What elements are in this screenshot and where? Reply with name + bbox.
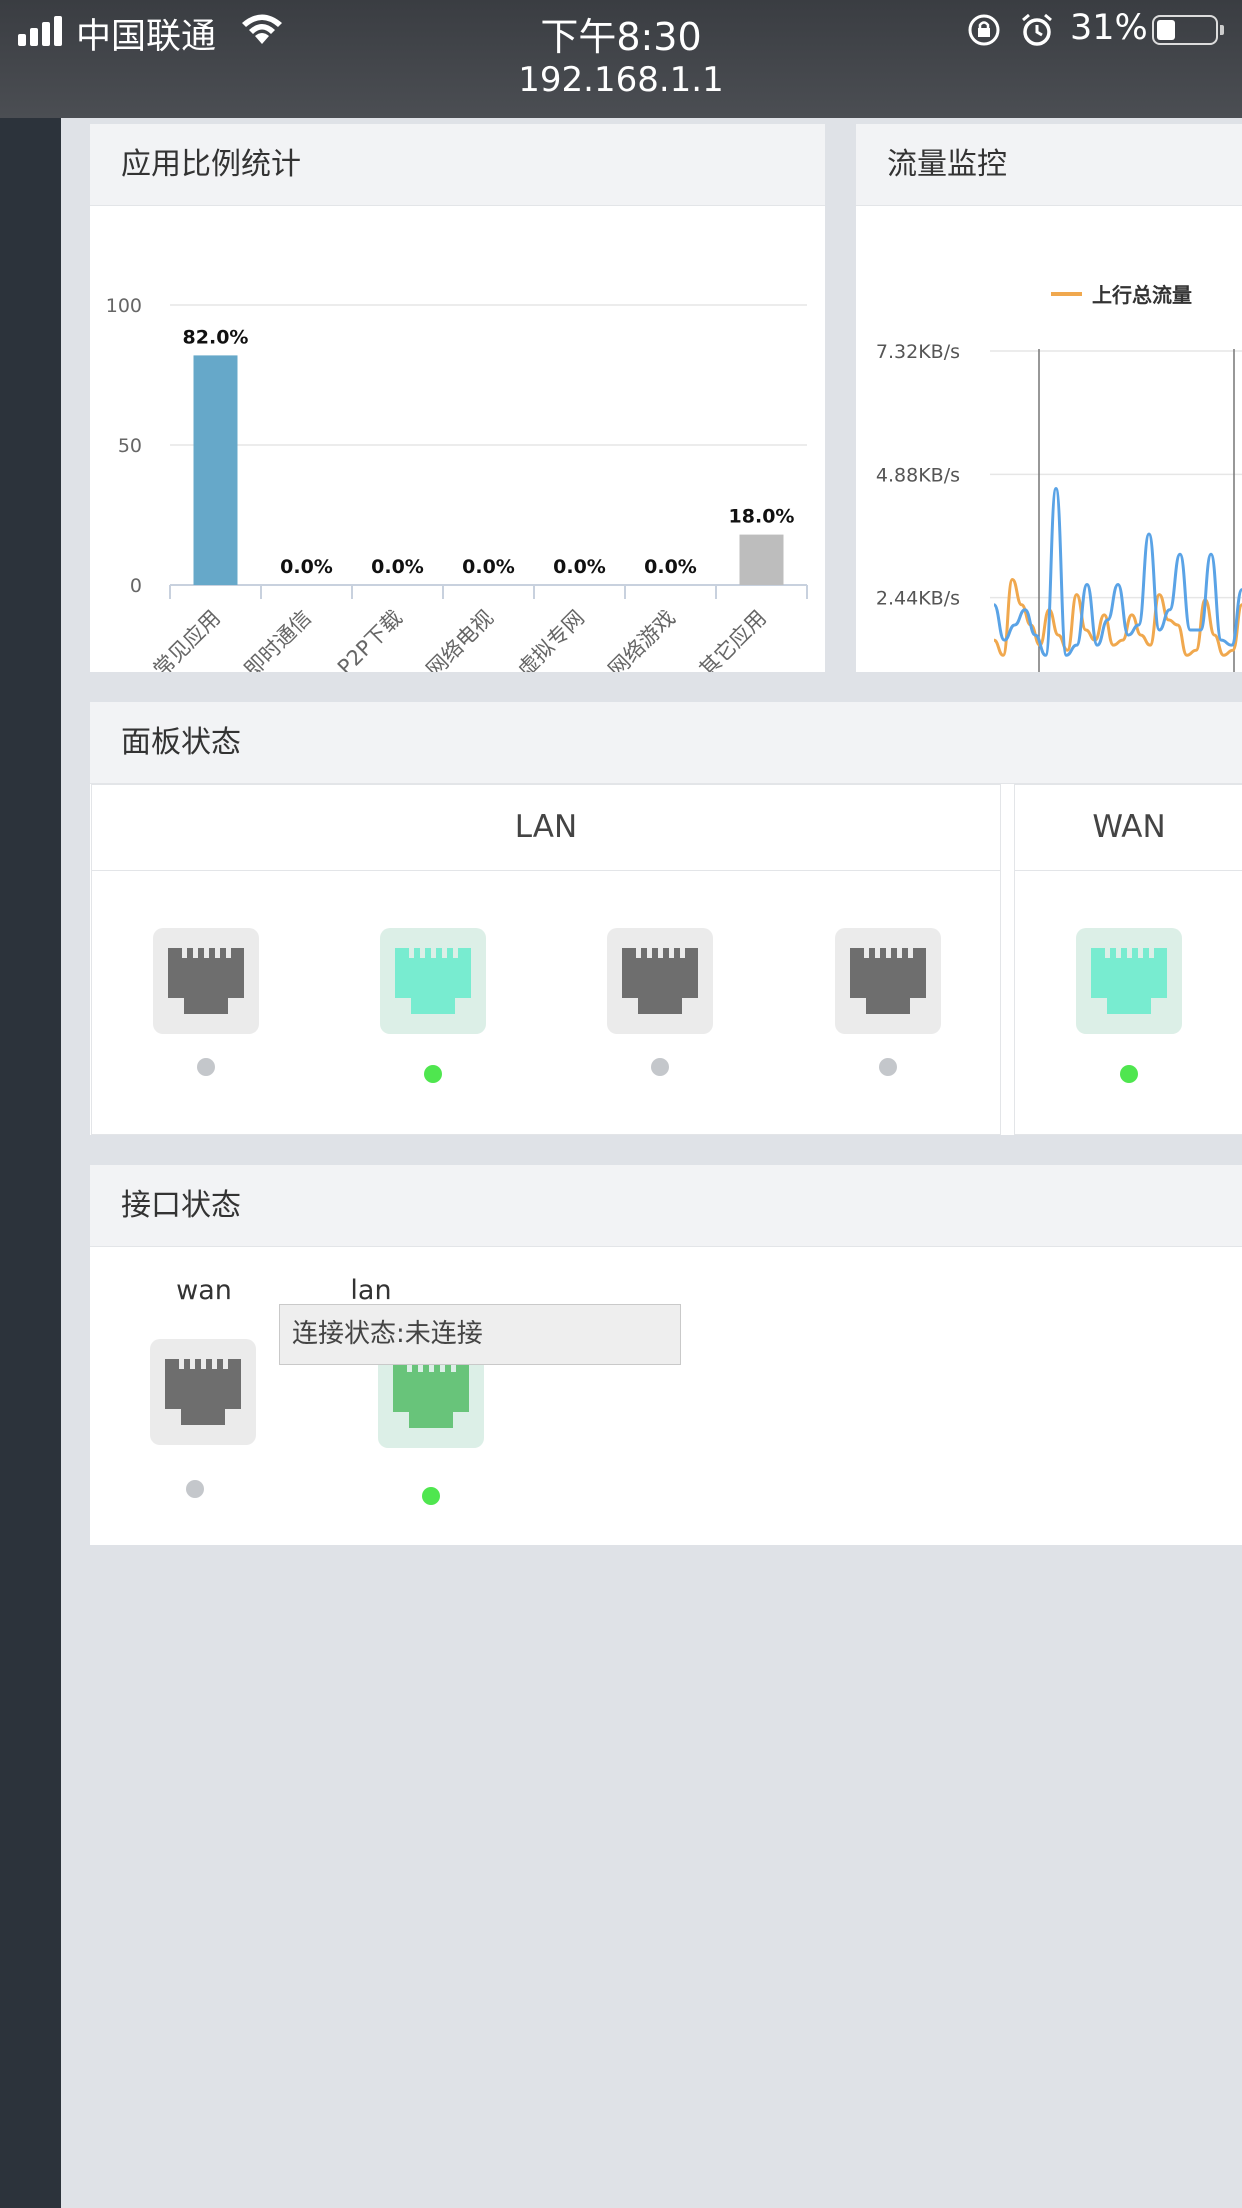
ethernet-port-icon	[165, 1359, 241, 1425]
lan-group: LAN	[91, 784, 1001, 1135]
interface-led-lan	[422, 1487, 440, 1505]
series-line-2	[992, 486, 1242, 657]
x-tick-label: 网络电视	[422, 606, 498, 672]
y-tick-label: 100	[106, 295, 142, 317]
ethernet-port-icon	[1091, 948, 1167, 1014]
sidebar	[0, 118, 61, 2208]
bar-data-label: 0.0%	[462, 556, 515, 578]
wan-port-1[interactable]	[1076, 928, 1182, 1034]
ethernet-port-icon	[168, 948, 244, 1014]
wan-group-title: WAN	[1015, 785, 1242, 871]
battery-level-fill	[1157, 20, 1175, 40]
traffic-line-chart: 0B/s2.44KB/s4.88KB/s7.32KB/s19:51:0019:5…	[876, 283, 1242, 672]
bar	[739, 534, 784, 585]
lan-port-4[interactable]	[835, 928, 941, 1034]
panel-title: 面板状态	[90, 702, 1242, 784]
ethernet-port-icon	[850, 948, 926, 1014]
panel-title: 接口状态	[90, 1165, 1242, 1247]
lan-port-2[interactable]	[380, 928, 486, 1034]
bar-data-label: 82.0%	[183, 326, 249, 348]
lan-port-led-4	[879, 1058, 897, 1076]
lan-group-title: LAN	[92, 785, 1000, 871]
x-tick-label: 虚拟专网	[513, 606, 589, 672]
alarm-icon	[1022, 13, 1052, 46]
y-tick-label: 2.44KB/s	[876, 588, 960, 610]
battery-icon	[1152, 15, 1224, 45]
x-tick-label: 其它应用	[695, 606, 771, 672]
interface-name-lan: lan	[350, 1275, 392, 1306]
bar-data-label: 0.0%	[553, 556, 606, 578]
ethernet-port-icon	[393, 1362, 469, 1428]
x-tick-label: 网络游戏	[604, 606, 680, 672]
address-bar-url[interactable]: 192.168.1.1	[0, 60, 1242, 100]
app-ratio-bar-chart: 0 50 100 82.0% 常见应用 0.0% 即时通信 0.0% P2P下载 0.0% 网络电视…	[106, 295, 808, 672]
interface-led-wan	[186, 1480, 204, 1498]
wan-port-led-1	[1120, 1065, 1138, 1083]
bar-data-label: 0.0%	[280, 556, 333, 578]
bar-data-label: 0.0%	[371, 556, 424, 578]
interface-name-wan: wan	[176, 1275, 232, 1306]
y-tick-label: 7.32KB/s	[876, 341, 960, 363]
panel-title: 流量监控	[856, 124, 1242, 206]
x-tick-label: P2P下载	[333, 606, 407, 672]
legend-label: 上行总流量	[1092, 283, 1192, 307]
y-tick-label: 0	[130, 575, 142, 597]
ethernet-port-icon	[622, 948, 698, 1014]
app-ratio-panel: 应用比例统计 0 50 100 82.0% 常见应用 0.0% 即时通信 0.0% P2P下载 0…	[90, 124, 825, 672]
lan-port-led-1	[197, 1058, 215, 1076]
bar-data-label: 0.0%	[644, 556, 697, 578]
x-tick-label: 即时通信	[240, 606, 316, 672]
battery-percentage: 31%	[1070, 8, 1148, 48]
y-tick-label: 50	[118, 435, 142, 457]
faceplate-status-panel: 面板状态 LAN WAN	[90, 702, 1242, 1135]
interface-port-wan[interactable]	[150, 1339, 256, 1445]
bar-data-label: 18.0%	[729, 506, 795, 528]
lan-port-3[interactable]	[607, 928, 713, 1034]
x-tick-label: 常见应用	[149, 606, 225, 672]
y-tick-label: 4.88KB/s	[876, 464, 960, 486]
traffic-monitor-panel: 流量监控 0B/s2.44KB/s4.88KB/s7.32KB/s19:51:0…	[856, 124, 1242, 672]
lan-port-led-2	[424, 1065, 442, 1083]
panel-title: 应用比例统计	[90, 124, 825, 206]
wan-group: WAN	[1014, 784, 1242, 1135]
lan-port-led-3	[651, 1058, 669, 1076]
connection-status-tooltip: 连接状态:未连接	[279, 1304, 681, 1365]
bar	[193, 355, 238, 585]
status-bar: 中国联通 下午8:30 192.168.1.1 31%	[0, 0, 1242, 118]
lan-port-1[interactable]	[153, 928, 259, 1034]
ethernet-port-icon	[395, 948, 471, 1014]
clock: 下午8:30	[540, 15, 702, 59]
rotation-lock-icon	[968, 14, 1000, 46]
